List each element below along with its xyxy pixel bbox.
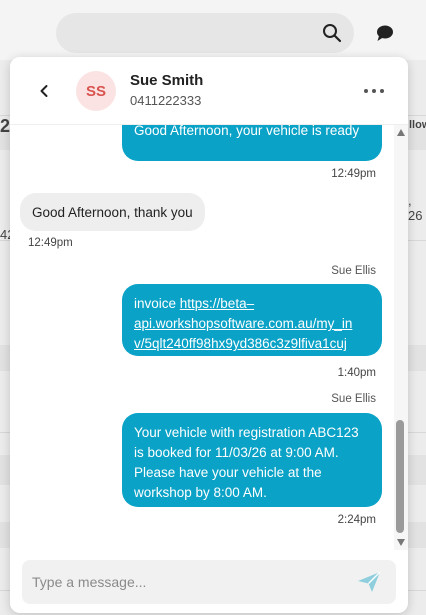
message-time: 12:49pm xyxy=(331,168,376,180)
outgoing-message-bubble: invoice https://beta– api.workshopsoftwar… xyxy=(122,284,382,356)
background-text: , 26 xyxy=(408,193,423,223)
contact-name: Sue Smith xyxy=(130,72,204,89)
message-text: Good Afternoon, your vehicle is ready xyxy=(134,125,360,138)
chevron-left-icon xyxy=(40,85,48,97)
message-text: Your vehicle with registration ABC123 is… xyxy=(134,425,359,500)
more-options-button[interactable] xyxy=(360,79,388,103)
outgoing-message-bubble: Your vehicle with registration ABC123 is… xyxy=(122,413,382,507)
message-text: invoice xyxy=(134,296,180,311)
background-text: 2 xyxy=(0,116,11,136)
contact-phone: 0411222333 xyxy=(130,93,202,108)
message-sender: Sue Ellis xyxy=(331,265,376,277)
outgoing-message-bubble: Good Afternoon, your vehicle is ready xyxy=(122,125,382,161)
message-time: 12:49pm xyxy=(28,237,73,249)
message-time: 2:24pm xyxy=(337,514,376,526)
top-bar xyxy=(0,0,426,60)
message-text: Good Afternoon, thank you xyxy=(32,205,193,220)
back-button[interactable] xyxy=(32,79,56,103)
scrollbar-thumb[interactable] xyxy=(396,420,404,533)
chat-panel: SS Sue Smith 0411222333 Good Afternoon, … xyxy=(10,57,408,613)
global-search-bar[interactable] xyxy=(56,13,354,53)
message-composer xyxy=(22,560,396,604)
search-icon[interactable] xyxy=(322,23,342,43)
background-text: llow xyxy=(409,119,426,131)
message-time: 1:40pm xyxy=(337,367,376,379)
message-list[interactable]: Good Afternoon, your vehicle is ready 12… xyxy=(10,125,394,550)
send-icon[interactable] xyxy=(356,570,382,594)
incoming-message-bubble: Good Afternoon, thank you xyxy=(20,193,205,231)
more-horizontal-icon xyxy=(364,89,384,93)
scroll-up-arrow-icon[interactable] xyxy=(397,129,405,136)
chat-bubble-icon[interactable] xyxy=(375,24,395,42)
message-scrollbar[interactable] xyxy=(394,125,408,550)
avatar: SS xyxy=(76,71,116,111)
message-sender: Sue Ellis xyxy=(331,393,376,405)
scroll-down-arrow-icon[interactable] xyxy=(397,539,405,546)
chat-header: SS Sue Smith 0411222333 xyxy=(10,57,408,125)
message-input[interactable] xyxy=(22,560,342,604)
